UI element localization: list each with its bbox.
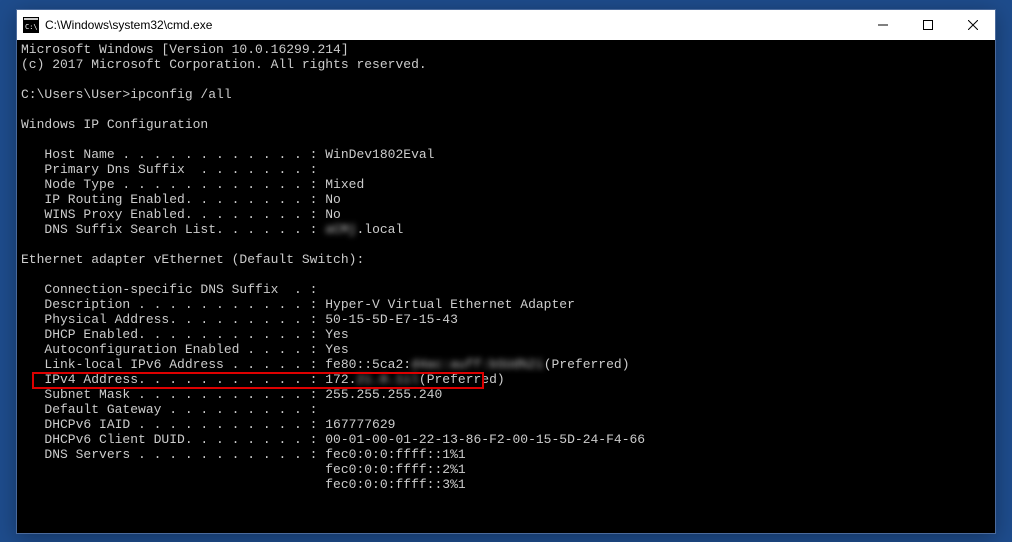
node-type-line: Node Type . . . . . . . . . . . . : Mixe…: [21, 177, 364, 192]
primary-dns-line: Primary Dns Suffix . . . . . . . :: [21, 162, 317, 177]
duid-line: DHCPv6 Client DUID. . . . . . . . : 00-0…: [21, 432, 645, 447]
dns-suffix-line: DNS Suffix Search List. . . . . . : aCMj…: [21, 222, 403, 237]
dns-servers-line-3: fec0:0:0:ffff::3%1: [21, 477, 466, 492]
dns-servers-line: DNS Servers . . . . . . . . . . . : fec0…: [21, 447, 466, 462]
host-name-line: Host Name . . . . . . . . . . . . : WinD…: [21, 147, 434, 162]
gateway-line: Default Gateway . . . . . . . . . :: [21, 402, 317, 417]
ip-routing-line: IP Routing Enabled. . . . . . . . : No: [21, 192, 341, 207]
iaid-line: DHCPv6 IAID . . . . . . . . . . . : 1677…: [21, 417, 395, 432]
ipv4-line: IPv4 Address. . . . . . . . . . . : 172.…: [21, 372, 505, 387]
terminal-output[interactable]: Microsoft Windows [Version 10.0.16299.21…: [17, 40, 995, 533]
autoconfig-line: Autoconfiguration Enabled . . . . : Yes: [21, 342, 349, 357]
minimize-button[interactable]: [860, 10, 905, 40]
wins-proxy-line: WINS Proxy Enabled. . . . . . . . : No: [21, 207, 341, 222]
ipv6-line: Link-local IPv6 Address . . . . . : fe80…: [21, 357, 630, 372]
maximize-button[interactable]: [905, 10, 950, 40]
cmd-icon: C:\: [23, 17, 39, 33]
prompt-line: C:\Users\User>ipconfig /all: [21, 87, 232, 102]
titlebar: C:\ C:\Windows\system32\cmd.exe: [17, 10, 995, 40]
dhcp-line: DHCP Enabled. . . . . . . . . . . : Yes: [21, 327, 349, 342]
close-button[interactable]: [950, 10, 995, 40]
adapter-heading: Ethernet adapter vEthernet (Default Swit…: [21, 252, 364, 267]
subnet-line: Subnet Mask . . . . . . . . . . . : 255.…: [21, 387, 442, 402]
window-title: C:\Windows\system32\cmd.exe: [45, 18, 860, 32]
ip-config-heading: Windows IP Configuration: [21, 117, 208, 132]
line-version: Microsoft Windows [Version 10.0.16299.21…: [21, 42, 349, 57]
svg-text:C:\: C:\: [25, 23, 38, 31]
physical-address-line: Physical Address. . . . . . . . . : 50-1…: [21, 312, 458, 327]
cmd-window: C:\ C:\Windows\system32\cmd.exe Microsof…: [16, 9, 996, 534]
line-copyright: (c) 2017 Microsoft Corporation. All righ…: [21, 57, 427, 72]
window-controls: [860, 10, 995, 40]
description-line: Description . . . . . . . . . . . : Hype…: [21, 297, 575, 312]
conn-suffix-line: Connection-specific DNS Suffix . :: [21, 282, 317, 297]
dns-servers-line-2: fec0:0:0:ffff::2%1: [21, 462, 466, 477]
